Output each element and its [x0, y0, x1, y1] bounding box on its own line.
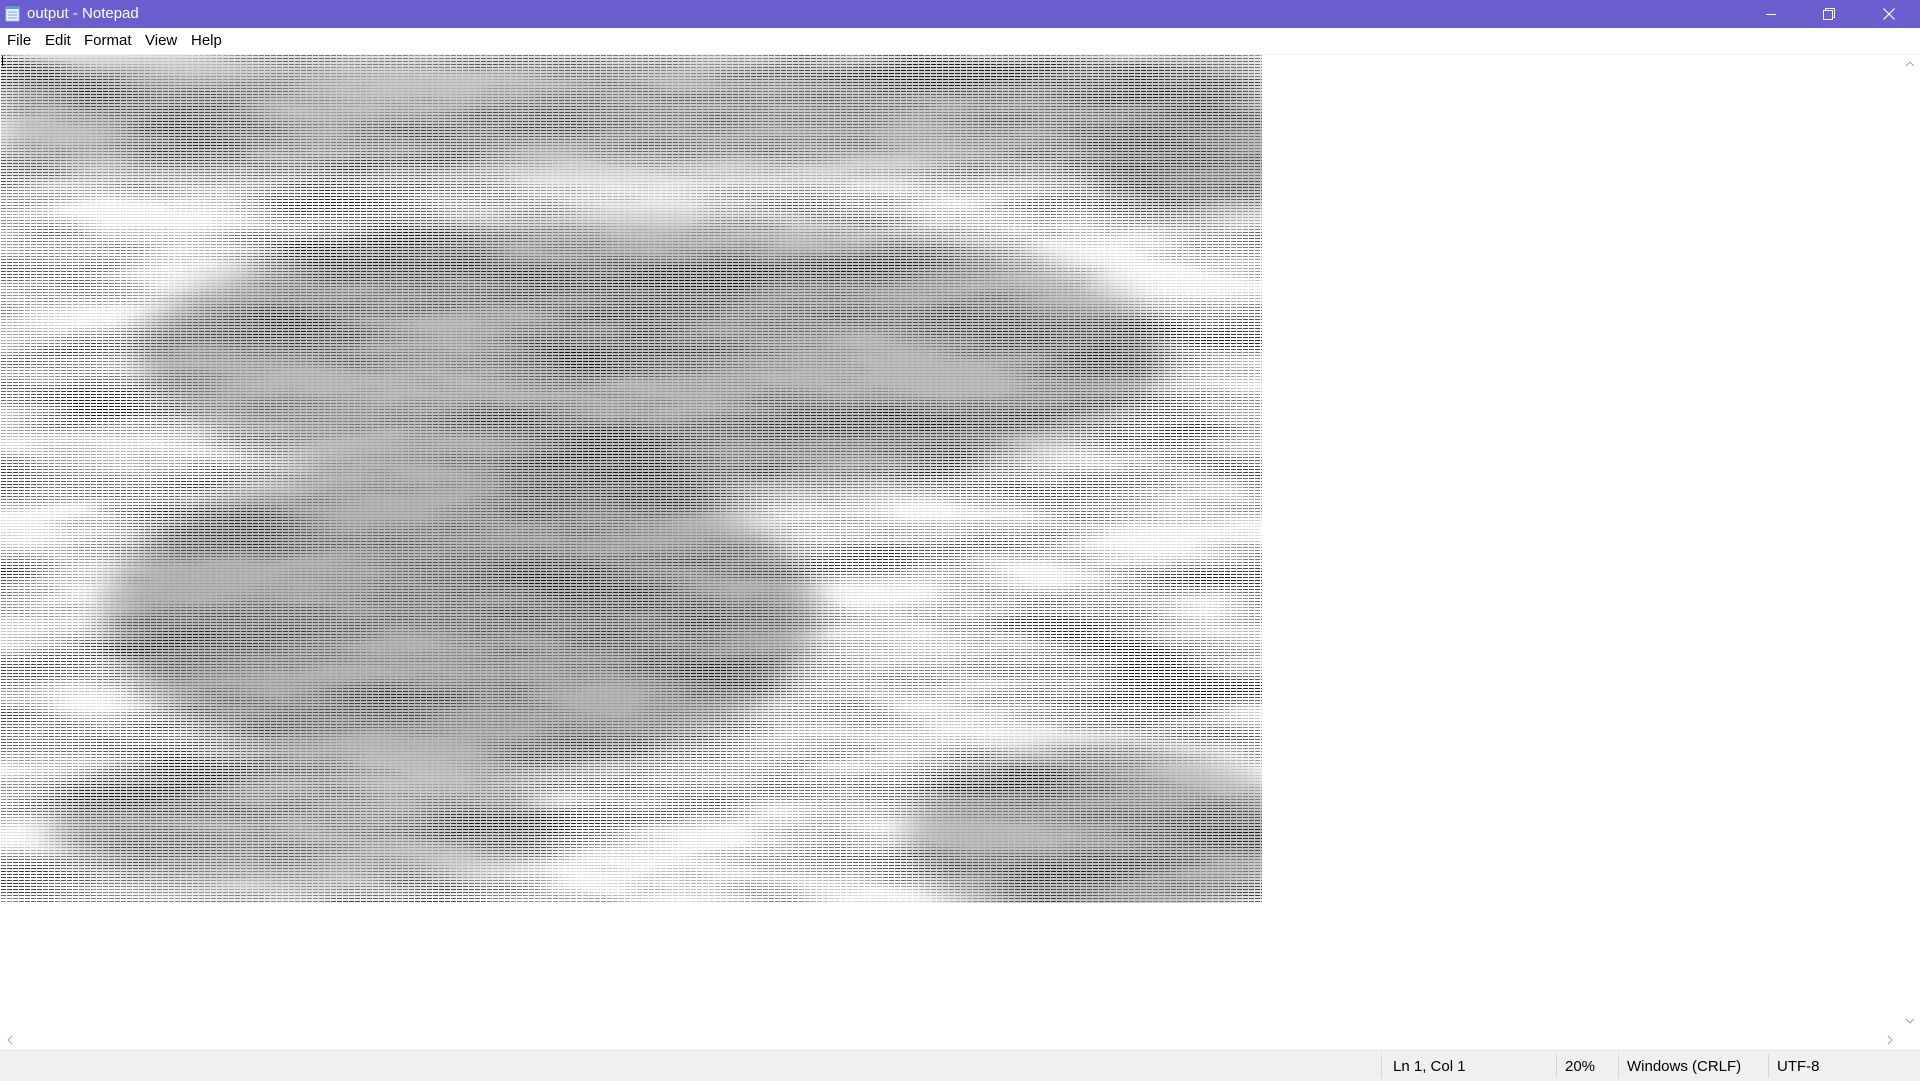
- encoding: UTF-8: [1777, 1058, 1820, 1075]
- scroll-left-icon[interactable]: [0, 1030, 20, 1050]
- status-separator: [1556, 1054, 1557, 1078]
- restore-icon: [1823, 8, 1835, 20]
- close-icon: [1883, 8, 1895, 20]
- status-separator: [1381, 1054, 1382, 1078]
- menu-view[interactable]: View: [144, 32, 178, 50]
- scroll-right-icon[interactable]: [1880, 1030, 1900, 1050]
- ascii-art-image: [1, 55, 1262, 903]
- minimize-icon: [1765, 8, 1777, 20]
- vertical-scrollbar[interactable]: [1900, 55, 1920, 1030]
- scroll-down-icon[interactable]: [1900, 1012, 1920, 1030]
- status-separator: [1768, 1054, 1769, 1078]
- menu-help[interactable]: Help: [190, 32, 223, 50]
- status-bar: Ln 1, Col 1 20% Windows (CRLF) UTF-8: [0, 1050, 1920, 1081]
- text-editor-area[interactable]: [0, 55, 1900, 1030]
- cursor-position: Ln 1, Col 1: [1393, 1058, 1466, 1075]
- menu-format[interactable]: Format: [83, 32, 133, 50]
- line-ending: Windows (CRLF): [1627, 1058, 1742, 1075]
- text-caret: [2, 56, 3, 66]
- zoom-level: 20%: [1565, 1058, 1596, 1075]
- minimize-button[interactable]: [1742, 0, 1800, 28]
- menu-edit[interactable]: Edit: [44, 32, 72, 50]
- scroll-up-icon[interactable]: [1900, 55, 1920, 73]
- horizontal-scrollbar[interactable]: [0, 1030, 1900, 1050]
- title-bar[interactable]: output - Notepad: [0, 0, 1920, 28]
- menu-bar: File Edit Format View Help: [0, 28, 1920, 55]
- scrollbar-corner: [1900, 1030, 1920, 1050]
- restore-button[interactable]: [1800, 0, 1858, 28]
- notepad-app-icon[interactable]: [5, 5, 20, 22]
- close-button[interactable]: [1858, 0, 1920, 28]
- status-separator: [1618, 1054, 1619, 1078]
- window-title: output - Notepad: [27, 5, 139, 22]
- menu-file[interactable]: File: [6, 32, 32, 50]
- notepad-window: output - Notepad File Edit Format View H…: [0, 0, 1920, 1081]
